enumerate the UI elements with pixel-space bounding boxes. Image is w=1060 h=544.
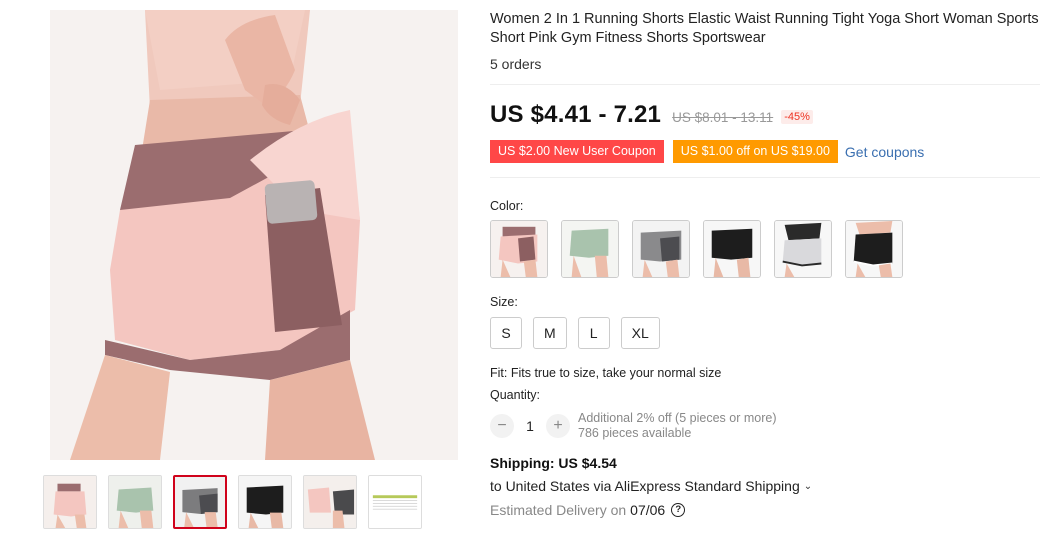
size-options: S M L XL (490, 317, 1050, 349)
thumbnail-6[interactable] (368, 475, 422, 529)
get-coupons-link[interactable]: Get coupons (845, 144, 924, 160)
fit-note: Fit: Fits true to size, take your normal… (490, 366, 722, 380)
quantity-stepper: − 1 + Additional 2% off (5 pieces or mor… (490, 411, 1050, 441)
main-product-image[interactable] (50, 10, 458, 460)
chevron-down-icon[interactable]: ⌄ (804, 481, 812, 492)
delivery-label: Estimated Delivery on (490, 502, 627, 518)
divider (490, 177, 1040, 178)
bulk-discount-note: Additional 2% off (5 pieces or more) (578, 411, 777, 425)
thumbnail-1[interactable] (43, 475, 97, 529)
new-user-coupon[interactable]: US $2.00 New User Coupon (488, 140, 666, 163)
store-coupon[interactable]: US $1.00 off on US $19.00 (670, 140, 841, 163)
order-count: 5 orders (490, 56, 542, 72)
quantity-note: Additional 2% off (5 pieces or more) 786… (578, 411, 776, 441)
quantity-decrease-button[interactable]: − (490, 414, 514, 438)
thumbnail-strip (43, 475, 422, 529)
color-option-pink[interactable] (490, 220, 548, 278)
color-label: Color: (490, 199, 524, 213)
quantity-label: Quantity: (490, 388, 541, 402)
shipping-destination-text: to United States via AliExpress Standard… (490, 478, 800, 494)
color-option-black-white[interactable] (845, 220, 903, 278)
price-row: US $4.41 - 7.21 US $8.01 - 13.11 -45% (490, 101, 1050, 129)
estimated-delivery: Estimated Delivery on 07/06 ? (490, 502, 1050, 518)
color-option-black[interactable] (703, 220, 761, 278)
thumbnail-2[interactable] (108, 475, 162, 529)
color-options (490, 220, 1050, 278)
divider (490, 84, 1040, 85)
product-info-panel: Women 2 In 1 Running Shorts Elastic Wais… (488, 10, 1050, 518)
help-icon[interactable]: ? (671, 503, 686, 517)
discount-badge: -45% (781, 110, 813, 124)
color-option-white[interactable] (774, 220, 832, 278)
original-price: US $8.01 - 13.11 (672, 110, 774, 125)
thumbnail-4[interactable] (238, 475, 292, 529)
delivery-date: 07/06 (630, 502, 666, 518)
product-title: Women 2 In 1 Running Shorts Elastic Wais… (490, 11, 1039, 46)
color-option-green[interactable] (561, 220, 619, 278)
size-option-m[interactable]: M (533, 317, 567, 349)
thumbnail-3[interactable] (173, 475, 227, 529)
thumbnail-5[interactable] (303, 475, 357, 529)
color-option-grey[interactable] (632, 220, 690, 278)
coupon-row: US $2.00 New User Coupon US $1.00 off on… (488, 140, 1050, 163)
size-option-l[interactable]: L (577, 317, 610, 349)
quantity-increase-button[interactable]: + (546, 414, 570, 438)
stock-available: 786 pieces available (578, 426, 692, 440)
shipping-cost: Shipping: US $4.54 (490, 455, 617, 471)
shipping-destination[interactable]: to United States via AliExpress Standard… (490, 478, 1050, 494)
product-photo (50, 10, 458, 460)
size-label: Size: (490, 295, 518, 309)
quantity-value[interactable]: 1 (514, 418, 546, 434)
size-option-s[interactable]: S (490, 317, 522, 349)
current-price: US $4.41 - 7.21 (490, 101, 662, 128)
size-option-xl[interactable]: XL (620, 317, 660, 349)
